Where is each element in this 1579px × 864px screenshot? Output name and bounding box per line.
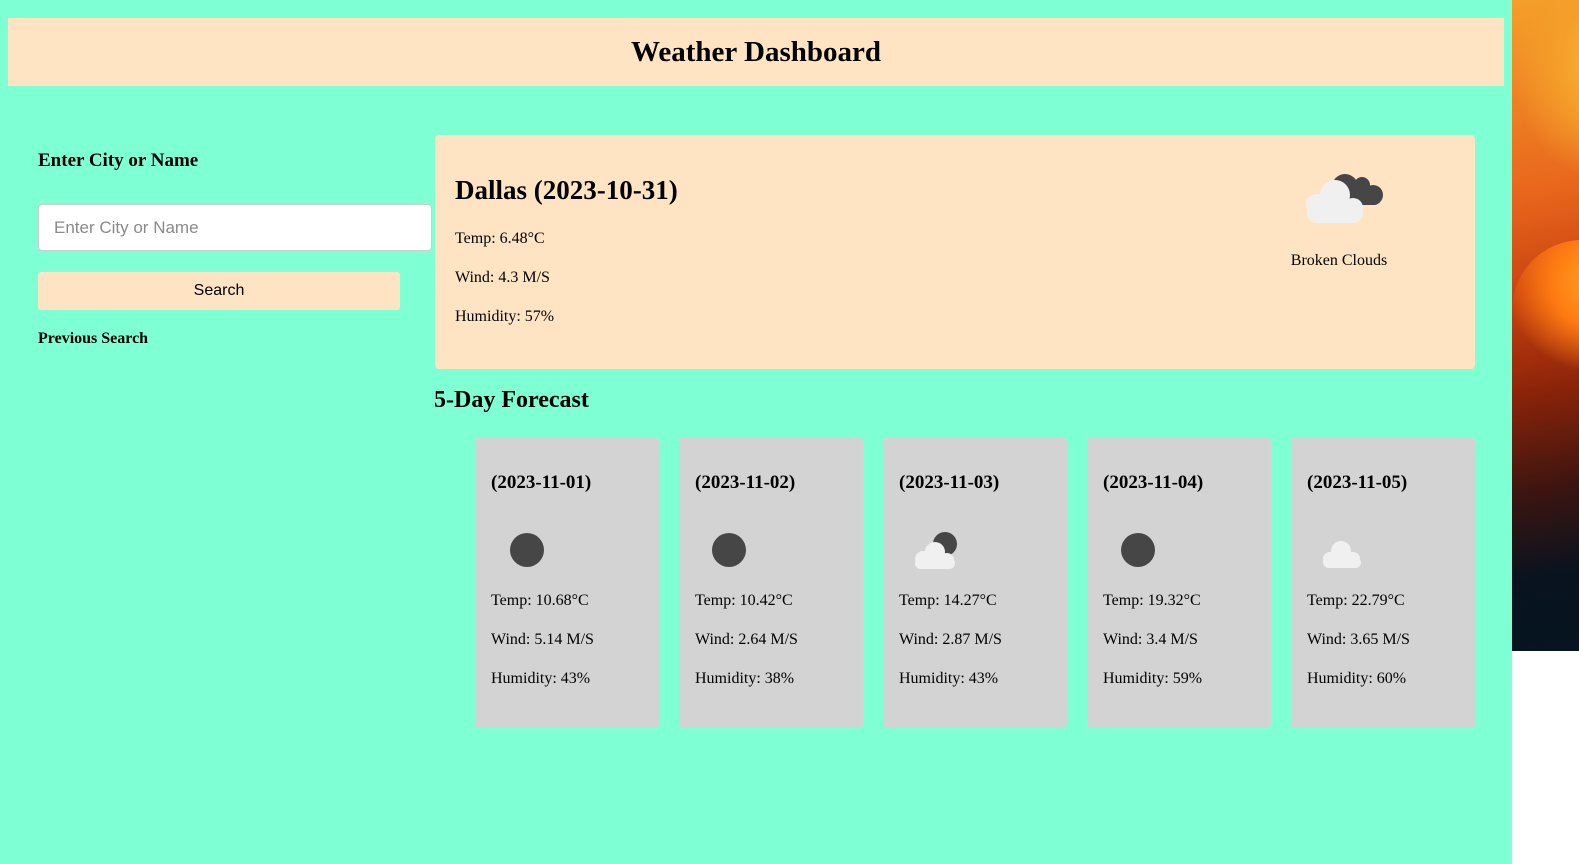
forecast-humidity: Humidity: 60% (1307, 670, 1407, 687)
current-weather-card: Dallas (2023-10-31) Temp: 6.48°C Wind: 4… (435, 135, 1475, 369)
forecast-wind: Wind: 2.87 M/S (899, 631, 1002, 648)
broken-clouds-icon (1295, 165, 1387, 227)
forecast-wind: Wind: 5.14 M/S (491, 631, 594, 648)
dark-circle-icon (503, 530, 563, 570)
forecast-card: (2023-11-05) Temp: 22.79°C Wind: 3.65 M/… (1291, 437, 1475, 728)
forecast-date: (2023-11-02) (695, 472, 796, 493)
forecast-date: (2023-11-03) (899, 472, 1000, 493)
forecast-temp: Temp: 22.79°C (1307, 592, 1405, 609)
current-weather-description: Broken Clouds (1290, 252, 1388, 269)
forecast-humidity: Humidity: 59% (1103, 670, 1203, 687)
desktop-wallpaper (1512, 0, 1579, 651)
forecast-date: (2023-11-01) (491, 472, 592, 493)
few-clouds-icon (911, 530, 971, 570)
forecast-temp: Temp: 19.32°C (1103, 592, 1201, 609)
forecast-wind: Wind: 2.64 M/S (695, 631, 798, 648)
forecast-card: (2023-11-02) Temp: 10.42°C Wind: 2.64 M/… (679, 437, 863, 728)
forecast-temp: Temp: 10.68°C (491, 592, 589, 609)
forecast-wind: Wind: 3.65 M/S (1307, 631, 1410, 648)
forecast-humidity: Humidity: 43% (899, 670, 999, 687)
weather-dashboard-page: Weather Dashboard Enter City or Name Sea… (0, 0, 1512, 864)
current-humidity: Humidity: 57% (455, 308, 555, 325)
dark-circle-icon (707, 530, 767, 570)
search-panel: Enter City or Name Search Previous Searc… (38, 150, 433, 347)
forecast-humidity: Humidity: 38% (695, 670, 795, 687)
page-header: Weather Dashboard (8, 18, 1504, 86)
search-heading: Enter City or Name (38, 150, 199, 171)
white-cloud-icon (1319, 530, 1379, 570)
forecast-temp: Temp: 14.27°C (899, 592, 997, 609)
current-city-date: Dallas (2023-10-31) (455, 175, 678, 205)
forecast-temp: Temp: 10.42°C (695, 592, 793, 609)
search-button[interactable]: Search (38, 272, 400, 310)
forecast-card: (2023-11-04) Temp: 19.32°C Wind: 3.4 M/S… (1087, 437, 1271, 728)
dark-circle-icon (1115, 530, 1175, 570)
forecast-card: (2023-11-01) Temp: 10.68°C Wind: 5.14 M/… (475, 437, 659, 728)
forecast-date: (2023-11-04) (1103, 472, 1204, 493)
wallpaper-glow (1512, 240, 1579, 380)
current-wind: Wind: 4.3 M/S (455, 269, 550, 286)
page-title: Weather Dashboard (630, 35, 881, 68)
city-search-input[interactable] (38, 204, 432, 251)
current-temp: Temp: 6.48°C (455, 230, 545, 247)
previous-search-heading: Previous Search (38, 330, 149, 347)
forecast-date: (2023-11-05) (1307, 472, 1408, 493)
forecast-card: (2023-11-03) Temp: 14.27°C Wind: 2.87 M/… (883, 437, 1067, 728)
forecast-wind: Wind: 3.4 M/S (1103, 631, 1198, 648)
forecast-heading: 5-Day Forecast (434, 387, 589, 413)
forecast-humidity: Humidity: 43% (491, 670, 591, 687)
